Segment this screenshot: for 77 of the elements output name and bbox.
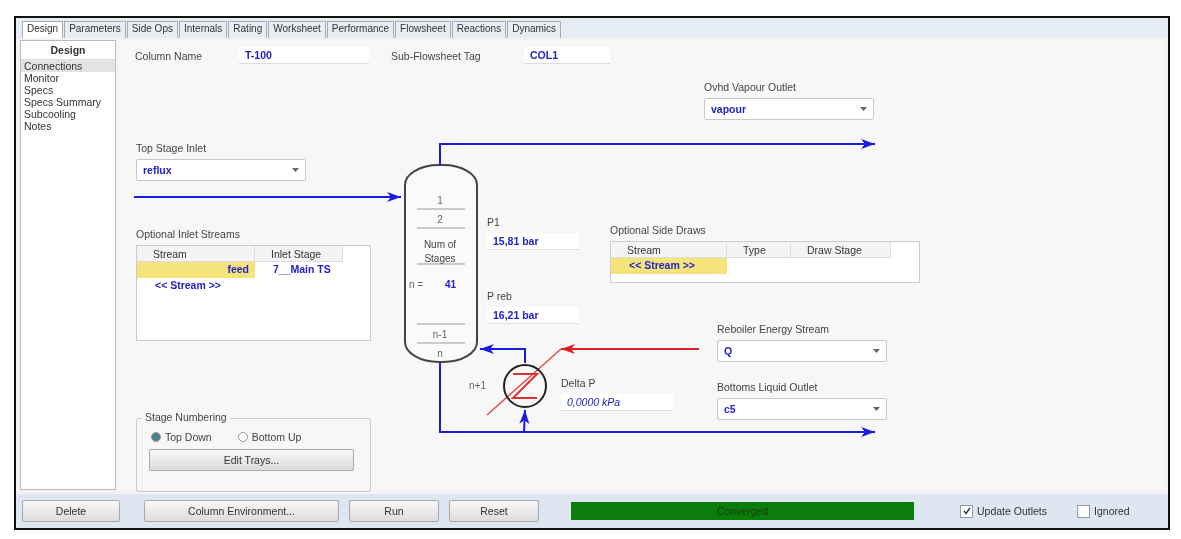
caret-icon <box>860 107 867 111</box>
stream-dropdown[interactable]: reflux <box>136 159 306 181</box>
tab[interactable]: Reactions <box>451 21 507 38</box>
stage-label: n <box>437 348 443 359</box>
stream-dropdown[interactable]: c5 <box>717 398 887 420</box>
tab[interactable]: Worksheet <box>268 21 326 38</box>
table-cell[interactable]: << Stream >> <box>611 258 727 274</box>
field-label: Sub-Flowsheet Tag <box>391 50 481 62</box>
column-header: Draw Stage <box>791 242 891 258</box>
table-cell[interactable]: feed <box>137 262 255 278</box>
group-title: Stage Numbering <box>142 411 230 423</box>
sidebar-item[interactable]: Monitor <box>21 72 115 84</box>
action-button[interactable]: Run <box>349 500 439 522</box>
n-label: n = <box>409 279 424 290</box>
action-button[interactable]: Reset <box>449 500 539 522</box>
stage-count: 41 <box>445 279 457 290</box>
caret-icon <box>873 407 880 411</box>
tab[interactable]: Internals <box>178 21 228 38</box>
tab[interactable]: Rating <box>228 21 268 38</box>
stage-label: n-1 <box>432 329 448 340</box>
radio-icon[interactable] <box>237 432 248 442</box>
column-header: Inlet Stage <box>255 246 343 262</box>
status-bar: Converged <box>571 502 914 520</box>
checkbox-option[interactable]: Ignored <box>1077 504 1130 518</box>
field-label: P reb <box>487 290 513 302</box>
column-name-field[interactable]: T-100 <box>239 47 369 64</box>
sidebar-item[interactable]: Connections <box>21 60 115 72</box>
tab[interactable]: Dynamics <box>507 21 562 38</box>
flowsheet-tag-field[interactable]: COL1 <box>524 47 610 64</box>
checkbox-label: Ignored <box>1094 505 1130 517</box>
pressure-field[interactable]: 16,21 bar <box>487 307 579 324</box>
stages-label: Num of <box>423 239 457 250</box>
stage-label: 1 <box>437 195 443 206</box>
field-label: P1 <box>487 216 501 228</box>
stream-dropdown[interactable]: Q <box>717 340 887 362</box>
radio-label: Top Down <box>165 431 212 443</box>
table-cell-text: 7__Main TS <box>272 262 332 277</box>
sidebar-item[interactable]: Specs Summary <box>21 96 115 108</box>
caret-icon <box>873 349 880 353</box>
field-label: Reboiler Energy Stream <box>717 323 831 335</box>
tab[interactable]: Design <box>22 21 64 38</box>
stage-label: 2 <box>437 214 443 225</box>
column-header: Stream <box>137 246 255 262</box>
pressure-field[interactable]: 15,81 bar <box>487 233 579 250</box>
tab[interactable]: Parameters <box>64 21 126 38</box>
radio-label: Bottom Up <box>251 431 302 443</box>
stream-dropdown[interactable]: vapour <box>704 98 874 120</box>
action-button[interactable]: Column Environment... <box>144 500 339 522</box>
radio-option[interactable]: Top Down <box>151 431 212 443</box>
radio-option[interactable]: Bottom Up <box>237 431 302 443</box>
tab[interactable]: Performance <box>326 21 395 38</box>
checkbox[interactable] <box>1077 504 1091 518</box>
checkbox-label: Update Outlets <box>977 505 1048 517</box>
tab[interactable]: Side Ops <box>126 21 178 38</box>
action-button[interactable]: Delete <box>22 500 120 522</box>
stages-label: Stages <box>424 253 456 264</box>
column-header: Stream <box>611 242 727 258</box>
sidebar-item[interactable]: Specs <box>21 84 115 96</box>
pressure-drop-field[interactable]: 0,0000 kPa <box>561 394 673 411</box>
table-title: Optional Side Draws <box>610 224 707 236</box>
stage-label: n+1 <box>469 380 486 391</box>
caret-icon <box>292 168 299 172</box>
field-label: Top Stage Inlet <box>136 142 208 154</box>
field-label: Column Name <box>135 50 203 62</box>
field-label: Bottoms Liquid Outlet <box>717 381 819 393</box>
column-header: Type <box>727 242 791 258</box>
table-title: Optional Inlet Streams <box>136 228 241 240</box>
edit-trays-button[interactable]: Edit Trays... <box>149 449 354 471</box>
radio-icon[interactable] <box>151 432 161 442</box>
field-label: Delta P <box>561 377 597 389</box>
tab[interactable]: Flowsheet <box>395 21 451 38</box>
sidebar-item[interactable]: Notes <box>21 120 115 132</box>
checkbox-option[interactable]: Update Outlets <box>960 504 1048 518</box>
sidebar-item[interactable]: Subcooling <box>21 108 115 120</box>
table-cell[interactable]: << Stream >> <box>137 278 255 294</box>
field-label: Ovhd Vapour Outlet <box>704 81 798 93</box>
checkbox[interactable] <box>960 504 973 518</box>
